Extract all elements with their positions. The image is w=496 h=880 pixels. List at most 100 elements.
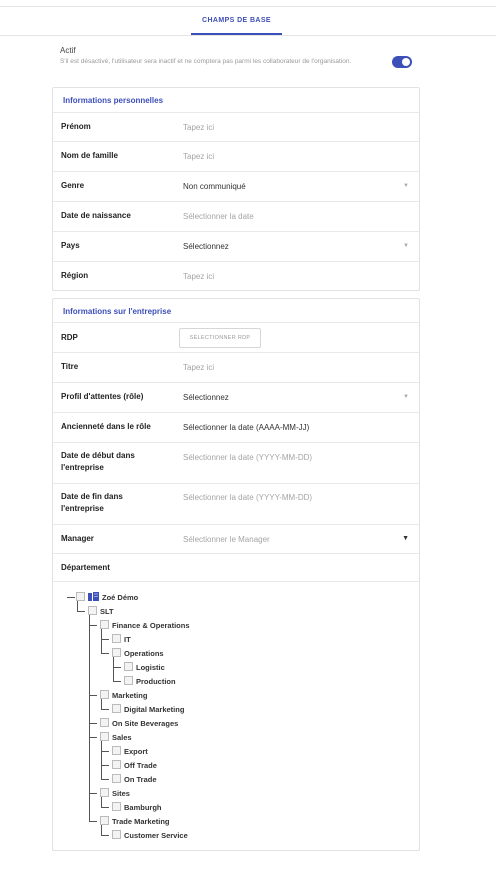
- row-rdp: RDP SÉLECTIONNER RDP: [53, 322, 419, 353]
- tree-node-on-site-beverages[interactable]: On Site Beverages: [100, 718, 178, 729]
- region-label: Région: [61, 271, 89, 280]
- checkbox[interactable]: [100, 732, 109, 741]
- tree-connector: [101, 807, 109, 808]
- tree-node-label: SLT: [100, 607, 114, 616]
- row-profil[interactable]: Profil d'attentes (rôle) Sélectionnez ▼: [53, 382, 419, 412]
- fin-date-picker[interactable]: Sélectionner la date (YYYY-MM-DD): [183, 493, 312, 502]
- tree-connector: [89, 615, 90, 821]
- profil-label: Profil d'attentes (rôle): [61, 392, 144, 401]
- tree-node-off-trade[interactable]: Off Trade: [112, 760, 157, 771]
- nom-label: Nom de famille: [61, 151, 118, 160]
- tree-node-label: On Trade: [124, 775, 157, 784]
- tree-node-sales[interactable]: Sales: [100, 732, 132, 743]
- tree-node-trade-marketing[interactable]: Trade Marketing: [100, 816, 170, 827]
- tree-connector: [67, 597, 75, 598]
- tree-connector: [101, 779, 109, 780]
- tree-node-customer-service[interactable]: Customer Service: [112, 830, 188, 841]
- tree-node-label: Trade Marketing: [112, 817, 170, 826]
- tree-node-export[interactable]: Export: [112, 746, 148, 757]
- row-titre: Titre Tapez ici: [53, 352, 419, 382]
- checkbox[interactable]: [100, 788, 109, 797]
- tree-node-digital-marketing[interactable]: Digital Marketing: [112, 704, 184, 715]
- tree-node-label: Marketing: [112, 691, 148, 700]
- checkbox[interactable]: [100, 816, 109, 825]
- tree-node-label: IT: [124, 635, 131, 644]
- tree-connector: [101, 709, 109, 710]
- tree-node-operations[interactable]: Operations: [112, 648, 164, 659]
- chevron-down-icon: ▼: [403, 243, 409, 249]
- rdp-label: RDP: [61, 333, 78, 342]
- checkbox[interactable]: [100, 690, 109, 699]
- actif-label: Actif: [60, 46, 76, 55]
- tree-node-production[interactable]: Production: [124, 676, 176, 687]
- checkbox[interactable]: [112, 648, 121, 657]
- tree-node-slt[interactable]: SLT: [88, 606, 114, 617]
- nom-input[interactable]: Tapez ici: [183, 152, 214, 161]
- tab-champs-de-base[interactable]: CHAMPS DE BASE: [191, 17, 282, 24]
- tree-node-label: Operations: [124, 649, 164, 658]
- checkbox[interactable]: [112, 746, 121, 755]
- profil-select[interactable]: Sélectionnez: [183, 393, 229, 402]
- checkbox[interactable]: [100, 718, 109, 727]
- checkbox[interactable]: [124, 676, 133, 685]
- anciennete-date-picker[interactable]: Sélectionner la date (AAAA-MM-JJ): [183, 423, 309, 432]
- prenom-label: Prénom: [61, 122, 91, 131]
- fin-label-line1: Date de fin dans: [61, 492, 123, 501]
- tree-node-label: Sales: [112, 733, 132, 742]
- fin-label-line2: l'entreprise: [61, 504, 104, 513]
- select-rdp-button[interactable]: SÉLECTIONNER RDP: [179, 328, 261, 348]
- tree-node-marketing[interactable]: Marketing: [100, 690, 147, 701]
- personal-info-title: Informations personnelles: [63, 96, 164, 105]
- checkbox[interactable]: [88, 606, 97, 615]
- tree-connector: [101, 751, 109, 752]
- debut-label-line2: l'entreprise: [61, 463, 104, 472]
- tree-node-zoe-demo[interactable]: Zoé Démo: [76, 592, 138, 603]
- debut-date-picker[interactable]: Sélectionner la date (YYYY-MM-DD): [183, 453, 312, 462]
- tab-active-indicator: [191, 33, 282, 35]
- row-fin: Date de fin dans l'entreprise Sélectionne…: [53, 483, 419, 524]
- region-input[interactable]: Tapez ici: [183, 272, 214, 281]
- checkbox[interactable]: [100, 620, 109, 629]
- checkbox[interactable]: [112, 830, 121, 839]
- tree-connector: [89, 695, 97, 696]
- tab-bar: CHAMPS DE BASE: [0, 7, 496, 36]
- naissance-date-picker[interactable]: Sélectionner la date: [183, 212, 254, 221]
- genre-select[interactable]: Non communiqué: [183, 182, 246, 191]
- manager-select[interactable]: Sélectionner le Manager: [183, 535, 270, 544]
- company-info-title: Informations sur l'entreprise: [63, 307, 172, 316]
- tree-connector: [89, 821, 97, 822]
- checkbox[interactable]: [112, 802, 121, 811]
- pays-label: Pays: [61, 241, 80, 250]
- fin-label: Date de fin dans l'entreprise: [61, 491, 123, 515]
- tree-connector: [89, 625, 97, 626]
- tree-node-it[interactable]: IT: [112, 634, 131, 645]
- row-manager[interactable]: Manager Sélectionner le Manager ▼: [53, 524, 419, 553]
- tree-node-logistic[interactable]: Logistic: [124, 662, 165, 673]
- checkbox[interactable]: [112, 760, 121, 769]
- tree-connector: [113, 657, 114, 681]
- tree-connector: [101, 835, 109, 836]
- tree-node-label: Sites: [112, 789, 130, 798]
- tree-node-label: Export: [124, 747, 148, 756]
- row-pays[interactable]: Pays Sélectionnez ▼: [53, 231, 419, 261]
- row-debut: Date de début dans l'entreprise Sélection…: [53, 442, 419, 483]
- pays-select[interactable]: Sélectionnez: [183, 242, 229, 251]
- anciennete-label: Ancienneté dans le rôle: [61, 422, 151, 431]
- tree-node-label: Zoé Démo: [102, 593, 139, 602]
- checkbox[interactable]: [112, 634, 121, 643]
- tree-connector: [101, 629, 102, 653]
- row-genre[interactable]: Genre Non communiqué ▼: [53, 171, 419, 201]
- checkbox[interactable]: [112, 704, 121, 713]
- tree-node-bamburgh[interactable]: Bamburgh: [112, 802, 162, 813]
- tree-node-finance-operations[interactable]: Finance & Operations: [100, 620, 190, 631]
- tree-connector: [113, 681, 121, 682]
- checkbox[interactable]: [76, 592, 85, 601]
- checkbox[interactable]: [112, 774, 121, 783]
- tree-node-sites[interactable]: Sites: [100, 788, 130, 799]
- actif-toggle[interactable]: [392, 56, 412, 68]
- tree-connector: [89, 737, 97, 738]
- checkbox[interactable]: [124, 662, 133, 671]
- tree-node-on-trade[interactable]: On Trade: [112, 774, 157, 785]
- prenom-input[interactable]: Tapez ici: [183, 123, 214, 132]
- titre-input[interactable]: Tapez ici: [183, 363, 214, 372]
